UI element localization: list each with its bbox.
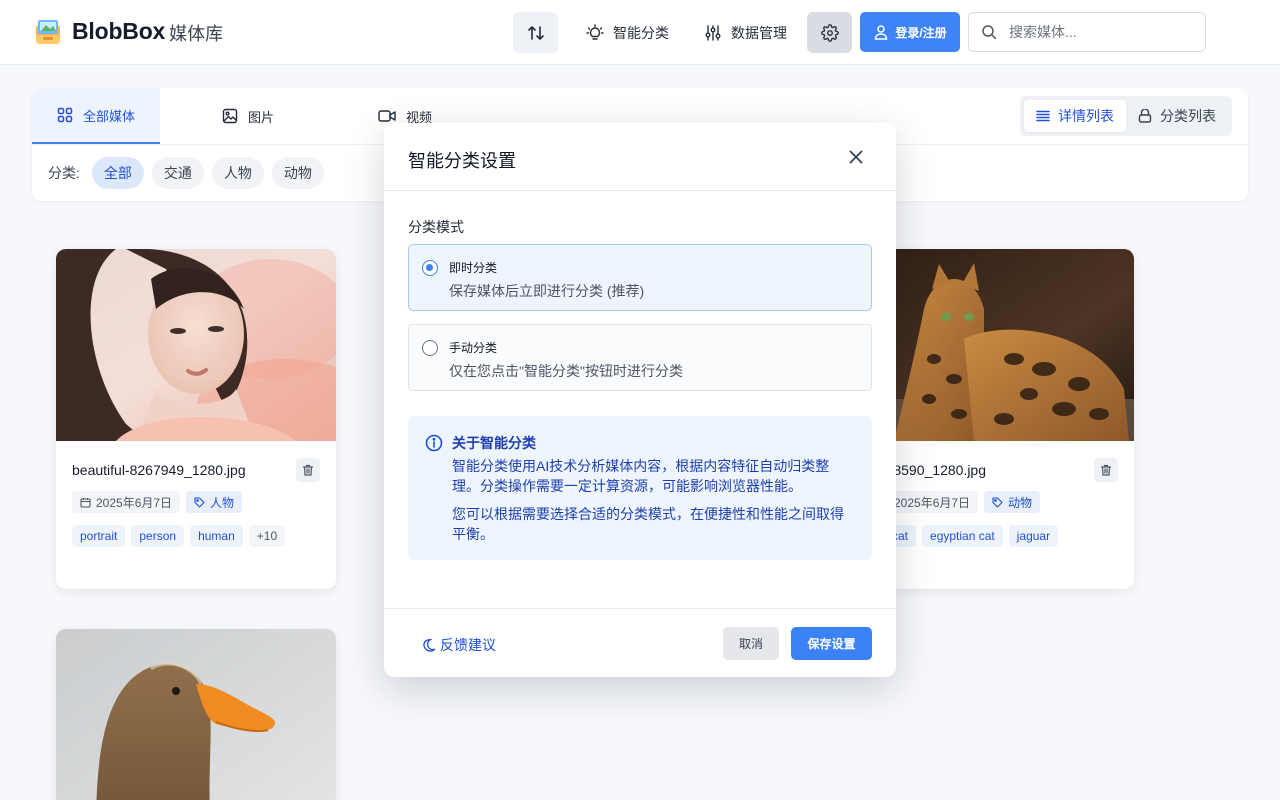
moon-icon [422, 638, 436, 652]
feedback-link[interactable]: 反馈建议 [422, 635, 496, 655]
feedback-label: 反馈建议 [440, 637, 496, 653]
info-title: 关于智能分类 [452, 435, 536, 451]
option-description: 仅在您点击"智能分类"按钮时进行分类 [449, 363, 683, 379]
info-panel: 关于智能分类 智能分类使用AI技术分析媒体内容，根据内容特征自动归类整理。分类操… [408, 416, 872, 560]
mode-section-label: 分类模式 [408, 219, 464, 235]
info-icon [425, 434, 443, 452]
dialog-title: 智能分类设置 [408, 151, 516, 171]
info-paragraph: 您可以根据需要选择合适的分类模式，在便捷性和性能之间取得平衡。 [452, 506, 844, 542]
option-title: 手动分类 [449, 341, 498, 355]
option-instant-classify[interactable]: 即时分类 保存媒体后立即进行分类 (推荐) [408, 244, 872, 311]
cancel-button[interactable]: 取消 [723, 627, 779, 660]
info-paragraph: 智能分类使用AI技术分析媒体内容，根据内容特征自动归类整理。分类操作需要一定计算… [452, 458, 830, 494]
option-title: 即时分类 [449, 261, 498, 275]
dialog-header: 智能分类设置 [384, 123, 896, 191]
option-manual-classify[interactable]: 手动分类 仅在您点击"智能分类"按钮时进行分类 [408, 324, 872, 391]
close-icon [848, 149, 864, 165]
dialog-footer: 反馈建议 取消 保存设置 [384, 608, 896, 677]
radio-manual[interactable] [422, 340, 438, 356]
smart-classify-settings-dialog: 智能分类设置 分类模式 即时分类 保存媒体后立即进行分类 (推荐) 手动分类 仅… [384, 123, 896, 677]
save-settings-button[interactable]: 保存设置 [791, 627, 872, 660]
radio-instant[interactable] [422, 260, 438, 276]
option-description: 保存媒体后立即进行分类 (推荐) [449, 283, 645, 299]
close-button[interactable] [848, 149, 864, 165]
